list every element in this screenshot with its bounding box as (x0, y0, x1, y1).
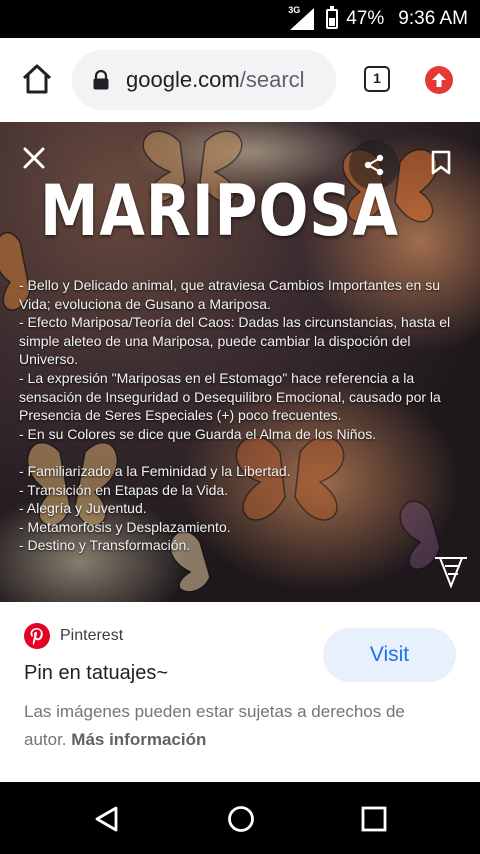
url-path: /searcl (239, 67, 305, 92)
lock-icon (93, 70, 109, 90)
signal-icon: 3G (288, 5, 318, 32)
image-line: - La expresión "Mariposas en el Estomago… (19, 369, 441, 424)
url-domain: google.com (126, 67, 240, 92)
back-icon[interactable] (92, 804, 122, 839)
copyright-notice: Las imágenes pueden estar sujetas a dere… (24, 698, 444, 754)
status-bar: 3G 47% 9:36 AM (0, 0, 480, 38)
address-bar[interactable]: google.com/searcl (72, 50, 336, 110)
recents-icon[interactable] (359, 804, 389, 839)
battery-icon (326, 6, 339, 29)
image-list-item: - Metamorfosis y Desplazamiento. (19, 518, 231, 535)
image-list-item: - Transición en Etapas de la Vida. (19, 481, 229, 498)
network-type: 3G (288, 5, 301, 15)
more-info-link[interactable]: Más información (71, 730, 206, 749)
artist-logo-icon (432, 554, 470, 590)
image-line: - En su Colores se dice que Guarda el Al… (19, 425, 377, 442)
image-text: - Bello y Delicado animal, que atraviesa… (19, 276, 469, 555)
visit-button[interactable]: Visit (323, 628, 456, 682)
battery-percent: 47% (346, 8, 385, 29)
image-preview[interactable]: MARIPOSA - Bello y Delicado animal, que … (0, 122, 480, 602)
url-text: google.com/searcl (126, 67, 305, 93)
image-info-card: Pinterest Pin en tatuajes~ Visit Las imá… (0, 602, 480, 782)
source-name: Pinterest (60, 627, 124, 644)
tabs-icon[interactable]: 1 (364, 66, 390, 92)
pinterest-logo-icon (24, 623, 50, 649)
system-nav-bar (0, 782, 480, 854)
clock: 9:36 AM (398, 8, 468, 29)
image-line: - Bello y Delicado animal, que atraviesa… (19, 277, 440, 312)
home-icon[interactable] (20, 62, 54, 96)
image-list-item: - Familiarizado a la Feminidad y la Libe… (19, 462, 291, 479)
bookmark-icon[interactable] (430, 150, 452, 176)
image-list-item: - Alegría y Juventud. (19, 500, 147, 517)
update-icon[interactable] (425, 66, 453, 94)
image-list-item: - Destino y Transformación. (19, 537, 191, 554)
close-icon[interactable] (20, 144, 48, 172)
image-title: MARIPOSA (40, 170, 399, 252)
browser-toolbar: google.com/searcl 1 (0, 38, 480, 122)
home-nav-icon[interactable] (226, 804, 256, 839)
image-line: - Efecto Mariposa/Teoría del Caos: Dadas… (19, 314, 451, 368)
source-row[interactable]: Pinterest (24, 623, 123, 649)
pin-title[interactable]: Pin en tatuajes~ (24, 662, 168, 685)
